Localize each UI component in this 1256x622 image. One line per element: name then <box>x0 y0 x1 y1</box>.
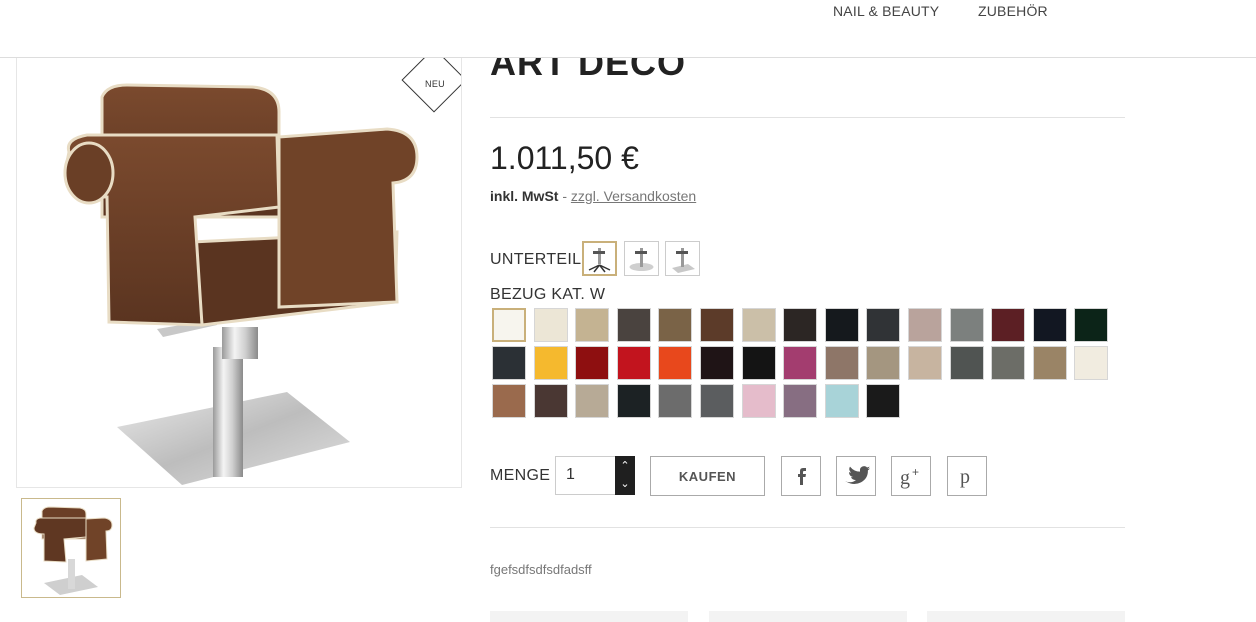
color-swatch[interactable] <box>783 308 817 342</box>
color-swatch[interactable] <box>950 308 984 342</box>
color-swatch[interactable] <box>658 308 692 342</box>
cover-option-label: BEZUG KAT. W <box>490 286 606 303</box>
color-swatch[interactable] <box>658 384 692 418</box>
tax-info: inkl. MwSt - zzgl. Versandkosten <box>490 188 696 204</box>
color-swatch[interactable] <box>700 384 734 418</box>
color-swatch[interactable] <box>575 346 609 380</box>
color-swatch[interactable] <box>1074 308 1108 342</box>
color-swatch[interactable] <box>492 384 526 418</box>
action-divider <box>490 527 1125 528</box>
base-option-label: UNTERTEIL <box>490 251 582 268</box>
title-divider <box>490 117 1125 118</box>
info-tab-2[interactable] <box>709 611 907 622</box>
new-badge-label: NEU <box>425 79 445 89</box>
color-swatch[interactable] <box>866 346 900 380</box>
color-swatch[interactable] <box>866 308 900 342</box>
chair-illustration <box>63 83 419 485</box>
color-swatch[interactable] <box>783 384 817 418</box>
quantity-label: MENGE <box>490 467 551 484</box>
color-swatch[interactable] <box>825 346 859 380</box>
round-base-icon <box>629 248 654 271</box>
color-swatch[interactable] <box>866 384 900 418</box>
tax-label: inkl. MwSt <box>490 188 559 204</box>
color-swatch[interactable] <box>534 384 568 418</box>
shipping-costs-link[interactable]: zzgl. Versandkosten <box>571 188 696 204</box>
stepper-down-icon[interactable]: ⌄ <box>615 478 635 490</box>
info-tab-3[interactable] <box>927 611 1125 622</box>
color-swatch[interactable] <box>658 346 692 380</box>
google-plus-icon: g + <box>900 465 919 489</box>
pinterest-icon: p <box>960 466 970 488</box>
color-swatch[interactable] <box>575 384 609 418</box>
svg-text:g: g <box>900 467 910 489</box>
tax-separator: - <box>558 188 571 204</box>
chair-thumbnail-image <box>33 506 113 595</box>
nav-item-nail-beauty[interactable]: NAIL & BEAUTY <box>833 3 939 19</box>
color-swatch[interactable] <box>742 384 776 418</box>
base-option-round[interactable] <box>624 241 659 276</box>
product-description: fgefsdfsdfsdfadsff <box>490 562 592 577</box>
nav-item-zubehoer[interactable]: ZUBEHÖR <box>978 3 1048 19</box>
square-base-icon <box>672 248 695 273</box>
site-header: NAIL & BEAUTY ZUBEHÖR <box>0 0 1256 58</box>
color-swatch[interactable] <box>492 346 526 380</box>
color-swatch[interactable] <box>825 308 859 342</box>
color-swatch[interactable] <box>908 346 942 380</box>
color-swatch[interactable] <box>742 308 776 342</box>
svg-text:+: + <box>912 465 919 479</box>
color-swatch[interactable] <box>908 308 942 342</box>
color-swatch[interactable] <box>534 346 568 380</box>
color-swatch[interactable] <box>575 308 609 342</box>
twitter-share-button[interactable] <box>836 456 876 496</box>
color-swatch[interactable] <box>1033 346 1067 380</box>
product-thumbnail[interactable] <box>21 498 121 598</box>
stepper-up-icon[interactable]: ⌃ <box>615 460 635 472</box>
quantity-stepper[interactable]: ⌃ ⌄ <box>615 456 635 495</box>
facebook-icon <box>798 468 806 485</box>
color-swatch[interactable] <box>617 346 651 380</box>
color-swatch[interactable] <box>825 384 859 418</box>
color-swatch[interactable] <box>991 346 1025 380</box>
info-tab-1[interactable] <box>490 611 688 622</box>
quantity-input[interactable] <box>566 466 606 484</box>
buy-button[interactable]: KAUFEN <box>650 456 765 496</box>
twitter-icon <box>845 466 870 485</box>
google-plus-share-button[interactable]: g + <box>891 456 931 496</box>
star-base-icon <box>588 248 611 273</box>
svg-text:p: p <box>960 466 970 488</box>
color-swatch[interactable] <box>991 308 1025 342</box>
facebook-share-button[interactable] <box>781 456 821 496</box>
color-swatch[interactable] <box>534 308 568 342</box>
pinterest-share-button[interactable]: p <box>947 456 987 496</box>
base-option-star[interactable] <box>582 241 617 276</box>
color-swatch[interactable] <box>1033 308 1067 342</box>
color-swatch[interactable] <box>700 346 734 380</box>
color-swatch[interactable] <box>1074 346 1108 380</box>
color-swatch[interactable] <box>742 346 776 380</box>
color-swatch[interactable] <box>617 308 651 342</box>
product-price: 1.011,50 € <box>490 140 639 176</box>
color-swatch[interactable] <box>617 384 651 418</box>
color-swatch[interactable] <box>492 308 526 342</box>
color-swatch[interactable] <box>700 308 734 342</box>
product-main-image[interactable]: NEU <box>16 57 462 488</box>
base-option-square[interactable] <box>665 241 700 276</box>
color-swatch[interactable] <box>950 346 984 380</box>
color-swatch[interactable] <box>783 346 817 380</box>
